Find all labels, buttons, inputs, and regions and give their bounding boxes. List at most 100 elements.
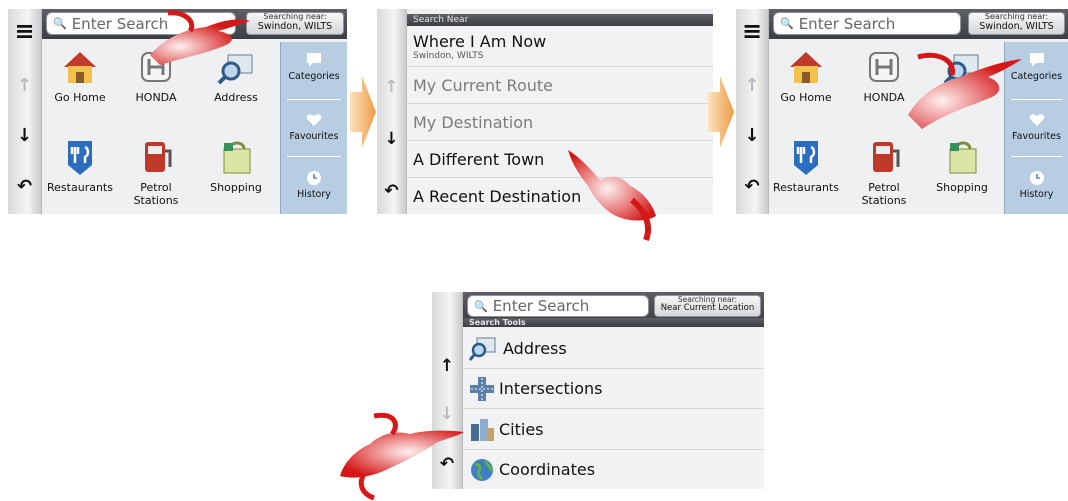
tile-label: Shopping — [210, 181, 262, 194]
honda-logo-icon — [869, 52, 899, 82]
clock-icon — [307, 171, 321, 185]
history-label: History — [297, 189, 331, 200]
tile-go-home[interactable]: Go Home — [774, 47, 838, 104]
favourites-button[interactable]: Favourites — [1005, 112, 1068, 142]
tile-label: Address — [214, 91, 258, 104]
divider — [287, 156, 341, 157]
searching-near-button[interactable]: Searching near: Near Current Location — [654, 295, 761, 317]
speech-bubble-icon — [307, 53, 321, 67]
city-icon — [471, 419, 494, 441]
search-input[interactable]: 🔍 Enter Search — [773, 12, 961, 35]
categories-label: Categories — [288, 71, 340, 82]
menu-icon[interactable]: ≡ — [736, 17, 768, 45]
scroll-up-icon[interactable]: ↑ — [8, 75, 41, 96]
flow-arrow-icon — [708, 76, 734, 148]
searching-near-value: Near Current Location — [660, 303, 755, 314]
tile-address[interactable]: Address — [930, 47, 994, 104]
tile-petrol-stations[interactable]: Petrol Stations — [124, 137, 188, 207]
tile-label: HONDA — [863, 91, 905, 104]
tile-shopping[interactable]: Shopping — [204, 137, 268, 194]
history-button[interactable]: History — [1005, 170, 1068, 200]
list-item-title: Coordinates — [499, 460, 596, 479]
list-item-title: Cities — [499, 419, 544, 439]
tile-restaurants[interactable]: Restaurants — [46, 137, 114, 194]
list-header: Search Tools — [463, 318, 764, 327]
favourites-label: Favourites — [1012, 131, 1061, 142]
home-icon — [64, 52, 96, 83]
scroll-rail: ↑ ↓ ↶ — [377, 9, 407, 214]
scroll-down-icon[interactable]: ↓ — [432, 404, 462, 424]
list-item-subtitle: Swindon, WILTS — [413, 50, 484, 61]
screen-search-tools: ↑ ↓ ↶ 🔍 Enter Search Searching near: Nea… — [432, 292, 764, 489]
history-button[interactable]: History — [281, 170, 347, 200]
scroll-down-icon[interactable]: ↓ — [377, 129, 406, 149]
search-icon: 🔍 — [474, 299, 488, 313]
tile-label: Shopping — [936, 181, 988, 194]
tile-label: Petrol Stations — [133, 181, 179, 207]
list-item-cities[interactable]: Cities — [463, 409, 764, 450]
tile-address[interactable]: Address — [204, 47, 268, 104]
scroll-up-icon[interactable]: ↑ — [736, 75, 768, 96]
list-item-title: My Current Route — [413, 75, 553, 95]
list-item-title: Address — [503, 338, 567, 358]
divider — [287, 99, 341, 100]
favourites-button[interactable]: Favourites — [281, 112, 347, 142]
tile-restaurants[interactable]: Restaurants — [772, 137, 840, 194]
categories-button[interactable]: Categories — [281, 52, 347, 82]
searching-near-value: Swindon, WILTS — [257, 20, 333, 32]
shopping-bag-icon — [223, 141, 251, 174]
scroll-rail: ↑ ↓ ↶ — [432, 292, 463, 489]
scroll-down-icon[interactable]: ↓ — [736, 125, 768, 146]
petrol-pump-icon — [873, 142, 900, 172]
search-input[interactable]: 🔍 Enter Search — [46, 12, 236, 35]
list-item-coordinates[interactable]: Coordinates — [463, 450, 764, 489]
side-panel: Categories Favourites History — [1004, 42, 1068, 214]
scroll-down-icon[interactable]: ↓ — [8, 125, 41, 146]
list-item-my-destination[interactable]: My Destination — [407, 104, 713, 141]
tile-honda[interactable]: HONDA — [852, 47, 916, 104]
favourites-label: Favourites — [289, 131, 339, 142]
list-item-my-current-route[interactable]: My Current Route — [407, 67, 713, 104]
screen-where-to-menu: ≡ ↑ ↓ ↶ 🔍 Enter Search Searching near: S… — [8, 9, 347, 214]
tile-petrol-stations[interactable]: Petrol Stations — [852, 137, 916, 207]
list-item-where-i-am-now[interactable]: Where I Am Now Swindon, WILTS — [407, 26, 713, 67]
speech-bubble-icon — [1029, 53, 1044, 67]
search-icon: 🔍 — [53, 17, 67, 30]
search-input[interactable]: 🔍 Enter Search — [467, 295, 649, 317]
home-icon — [790, 52, 822, 83]
scroll-up-icon[interactable]: ↑ — [377, 77, 406, 97]
tile-go-home[interactable]: Go Home — [48, 47, 112, 104]
scroll-rail: ≡ ↑ ↓ ↶ — [8, 9, 42, 214]
menu-icon[interactable]: ≡ — [8, 17, 41, 45]
back-icon[interactable]: ↶ — [8, 176, 41, 197]
back-icon[interactable]: ↶ — [736, 176, 768, 197]
restaurant-icon — [794, 141, 818, 175]
back-icon[interactable]: ↶ — [432, 454, 462, 474]
list-header: Search Near — [407, 14, 713, 26]
petrol-pump-icon — [145, 142, 172, 172]
shopping-bag-icon — [949, 141, 977, 174]
list-item-a-recent-destination[interactable]: A Recent Destination — [407, 178, 713, 214]
divider — [1011, 156, 1062, 157]
address-icon — [217, 54, 253, 85]
back-icon[interactable]: ↶ — [377, 181, 406, 201]
search-icon: 🔍 — [780, 17, 794, 30]
history-label: History — [1019, 189, 1054, 200]
divider — [1011, 99, 1062, 100]
globe-icon — [471, 458, 494, 481]
list-item-address[interactable]: Address — [463, 328, 764, 369]
categories-label: Categories — [1010, 71, 1063, 82]
scroll-up-icon[interactable]: ↑ — [432, 356, 462, 376]
searching-near-button[interactable]: Searching near: Swindon, WILTS — [246, 12, 344, 35]
list-item-intersections[interactable]: Intersections — [463, 369, 764, 409]
tile-shopping[interactable]: Shopping — [930, 137, 994, 194]
screen-search-near: ↑ ↓ ↶ Search Near Where I Am Now Swindon… — [377, 9, 713, 214]
searching-near-button[interactable]: Searching near: Swindon, WILTS — [968, 12, 1065, 35]
tile-label: Restaurants — [47, 181, 113, 194]
categories-button[interactable]: Categories — [1005, 52, 1068, 82]
search-placeholder: Enter Search — [798, 14, 896, 33]
tile-honda[interactable]: HONDA — [124, 47, 188, 104]
list-item-title: Where I Am Now — [413, 31, 547, 51]
search-placeholder: Enter Search — [71, 14, 169, 33]
list-item-a-different-town[interactable]: A Different Town — [407, 141, 713, 178]
